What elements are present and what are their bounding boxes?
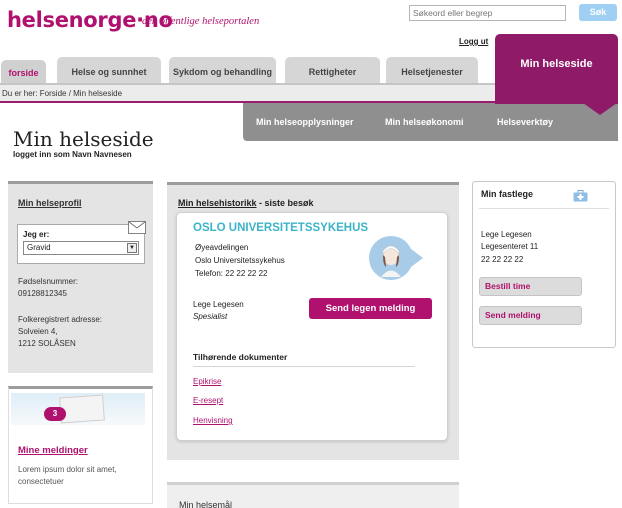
doctor-role: Spesialist [193, 312, 228, 321]
tab-helsetjenester[interactable]: Helsetjenester [386, 57, 478, 83]
unread-count-badge: 3 [44, 407, 66, 421]
gp-heading: Min fastlege [481, 189, 534, 199]
medical-kit-icon [573, 190, 588, 202]
history-link[interactable]: Min helsehistorikk [178, 198, 257, 208]
doctor-name: Lege Legesen [193, 300, 244, 309]
logged-in-as: logget inn som Navn Navnesen [13, 150, 132, 159]
tab-min-helseside[interactable]: Min helseside [495, 34, 618, 104]
tab-forside[interactable]: forside [1, 60, 46, 83]
messages-heading[interactable]: Mine meldinger [18, 445, 88, 456]
book-appointment-button[interactable]: Bestill time [479, 277, 582, 296]
breadcrumb: Du er her: Forside / Min helseside [2, 89, 123, 98]
status-select-value: Gravid [27, 243, 51, 252]
subnav-item-helseopplysninger[interactable]: Min helseopplysninger [256, 117, 354, 127]
gp-divider [479, 208, 609, 209]
send-doctor-message-button[interactable]: Send legen melding [309, 298, 432, 319]
nurse-avatar-icon [369, 236, 423, 280]
subnav-item-helseverktoy[interactable]: Helseverktøy [497, 117, 553, 127]
hospital-title: OSLO UNIVERSITETSSYKEHUS [193, 222, 369, 234]
page-title: Min helseside [13, 127, 154, 151]
profile-heading[interactable]: Min helseprofil [18, 198, 82, 208]
site-tagline: den offentlige helseportalen [142, 16, 260, 27]
hospital-name: Oslo Universitetssykehus [195, 256, 285, 265]
status-label: Jeg er: [23, 230, 50, 239]
logout-link[interactable]: Logg ut [459, 37, 488, 46]
tab-rettigheter[interactable]: Rettigheter [285, 57, 380, 83]
goals-heading: Min helsemål [179, 500, 233, 508]
status-select[interactable]: Gravid ▼ [23, 241, 139, 255]
tab-sykdom-og-behandling[interactable]: Sykdom og behandling [169, 57, 276, 83]
history-heading-suffix: - siste besøk [256, 198, 314, 208]
document-link-henvisning[interactable]: Henvisning [193, 416, 233, 425]
history-heading: Min helsehistorikk - siste besøk [178, 198, 314, 208]
logo-main: helsenorge [7, 8, 137, 32]
search-input[interactable] [409, 5, 566, 21]
send-message-button[interactable]: Send melding [479, 306, 582, 325]
address-line-2: 1212 SOLÅSEN [18, 339, 76, 348]
address-line-1: Solveien 4, [18, 327, 58, 336]
subnav-item-helseokonomi[interactable]: Min helseøkonomi [385, 117, 464, 127]
documents-heading: Tilhørende dokumenter [193, 352, 288, 362]
fnr-label: Fødselsnummer: [18, 277, 79, 286]
mail-envelope-icon [59, 394, 105, 424]
search-button[interactable]: Søk [579, 4, 617, 21]
department: Øyeavdelingen [195, 243, 249, 252]
active-tab-notch [583, 103, 617, 115]
gp-phone: 22 22 22 22 [481, 255, 524, 264]
address-label: Folkeregistrert adresse: [18, 315, 103, 324]
document-link-eresept[interactable]: E-resept [193, 396, 223, 405]
gp-office: Legesenteret 11 [481, 242, 539, 251]
messages-preview: Lorem ipsum dolor sit amet, consectetuer [18, 465, 117, 486]
tab-helse-og-sunnhet[interactable]: Helse og sunnhet [57, 57, 161, 83]
hospital-phone: Telefon: 22 22 22 22 [195, 269, 268, 278]
envelope-icon[interactable] [128, 221, 146, 234]
gp-name: Lege Legesen [481, 230, 532, 239]
chevron-down-icon: ▼ [127, 243, 137, 253]
fnr-value: 09128812345 [18, 289, 67, 298]
documents-divider [193, 366, 415, 367]
document-link-epikrise[interactable]: Epikrise [193, 377, 221, 386]
